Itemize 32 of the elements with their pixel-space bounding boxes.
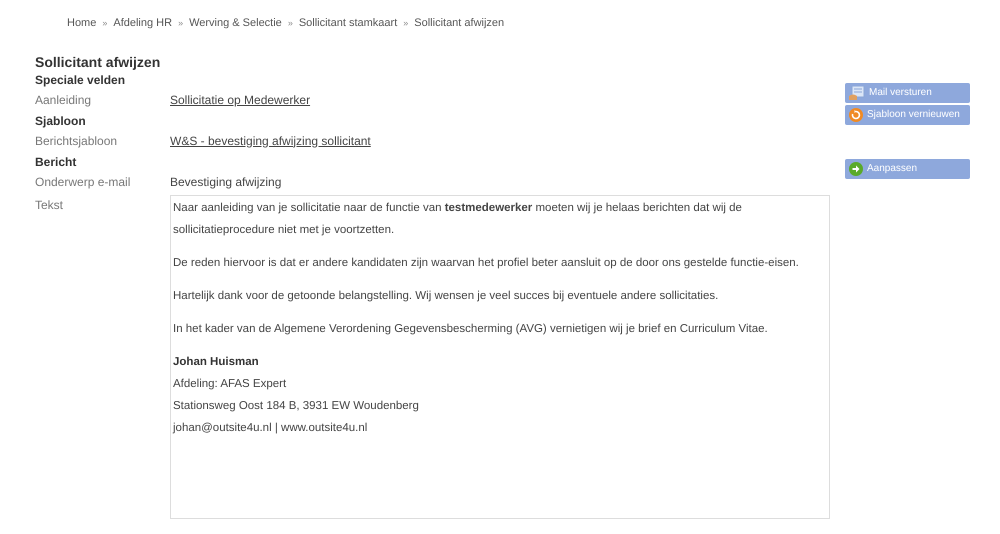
section-heading: Sjabloon	[35, 112, 87, 130]
section-heading: Speciale velden	[35, 72, 126, 88]
breadcrumb-link[interactable]: Home	[67, 15, 96, 32]
field-value: Bevestiging afwijzing	[170, 174, 282, 190]
field-label: Onderwerp e-mail	[35, 174, 132, 190]
arrow-right-icon	[849, 162, 863, 176]
page-title: Sollicitant afwijzen	[35, 54, 162, 70]
message-paragraph: In het kader van de Algemene Verordening Gegevensbescherming (AVG) vernietigen wij je brief en Curriculum Vitae.	[173, 322, 769, 336]
message-paragraph: Naar aanleiding van je sollicitatie naar de functie van testmedewerker moeten wij je helaas berichten dat wij de sollicitatieprocedure niet met je voortzetten.	[173, 200, 743, 238]
breadcrumb-separator: »	[178, 16, 184, 30]
section-heading: Bericht	[35, 154, 78, 170]
message-text-area[interactable]	[170, 194, 830, 518]
signature-name: Johan Huisman	[173, 354, 260, 370]
field-link[interactable]: Sollicitatie op Medewerker	[170, 90, 310, 110]
breadcrumb-link[interactable]: Afdeling HR	[113, 15, 172, 32]
signature-line: Afdeling: AFAS Expert	[173, 376, 288, 392]
refresh-icon	[849, 108, 863, 122]
signature-line: Stationsweg Oost 184 B, 3931 EW Woudenberg	[173, 398, 420, 414]
field-link[interactable]: W&S - bevestiging afwijzing sollicitant	[170, 130, 371, 152]
breadcrumb-separator: »	[288, 16, 293, 30]
message-paragraph: De reden hiervoor is dat er andere kandidaten zijn waarvan het profiel beter aansluit op de door ons gestelde functie-eisen.	[173, 256, 800, 270]
signature-line: johan@outsite4u.nl | www.outsite4u.nl	[173, 420, 368, 436]
breadcrumb-link[interactable]: Werving & Selectie	[189, 15, 282, 32]
field-label: Berichtsjabloon	[35, 132, 118, 150]
breadcrumb-separator: »	[102, 16, 108, 30]
field-label: Tekst	[35, 196, 64, 214]
field-label: Aanleiding	[35, 92, 92, 108]
breadcrumb-link[interactable]: Sollicitant afwijzen	[414, 15, 504, 32]
message-paragraph: Hartelijk dank voor de getoonde belangstelling. Wij wensen je veel succes bij eventuele andere sollicitaties.	[173, 288, 720, 304]
envelope-icon	[849, 86, 865, 100]
breadcrumb-link[interactable]: Sollicitant stamkaart	[298, 15, 398, 32]
breadcrumb-separator: »	[403, 16, 408, 30]
